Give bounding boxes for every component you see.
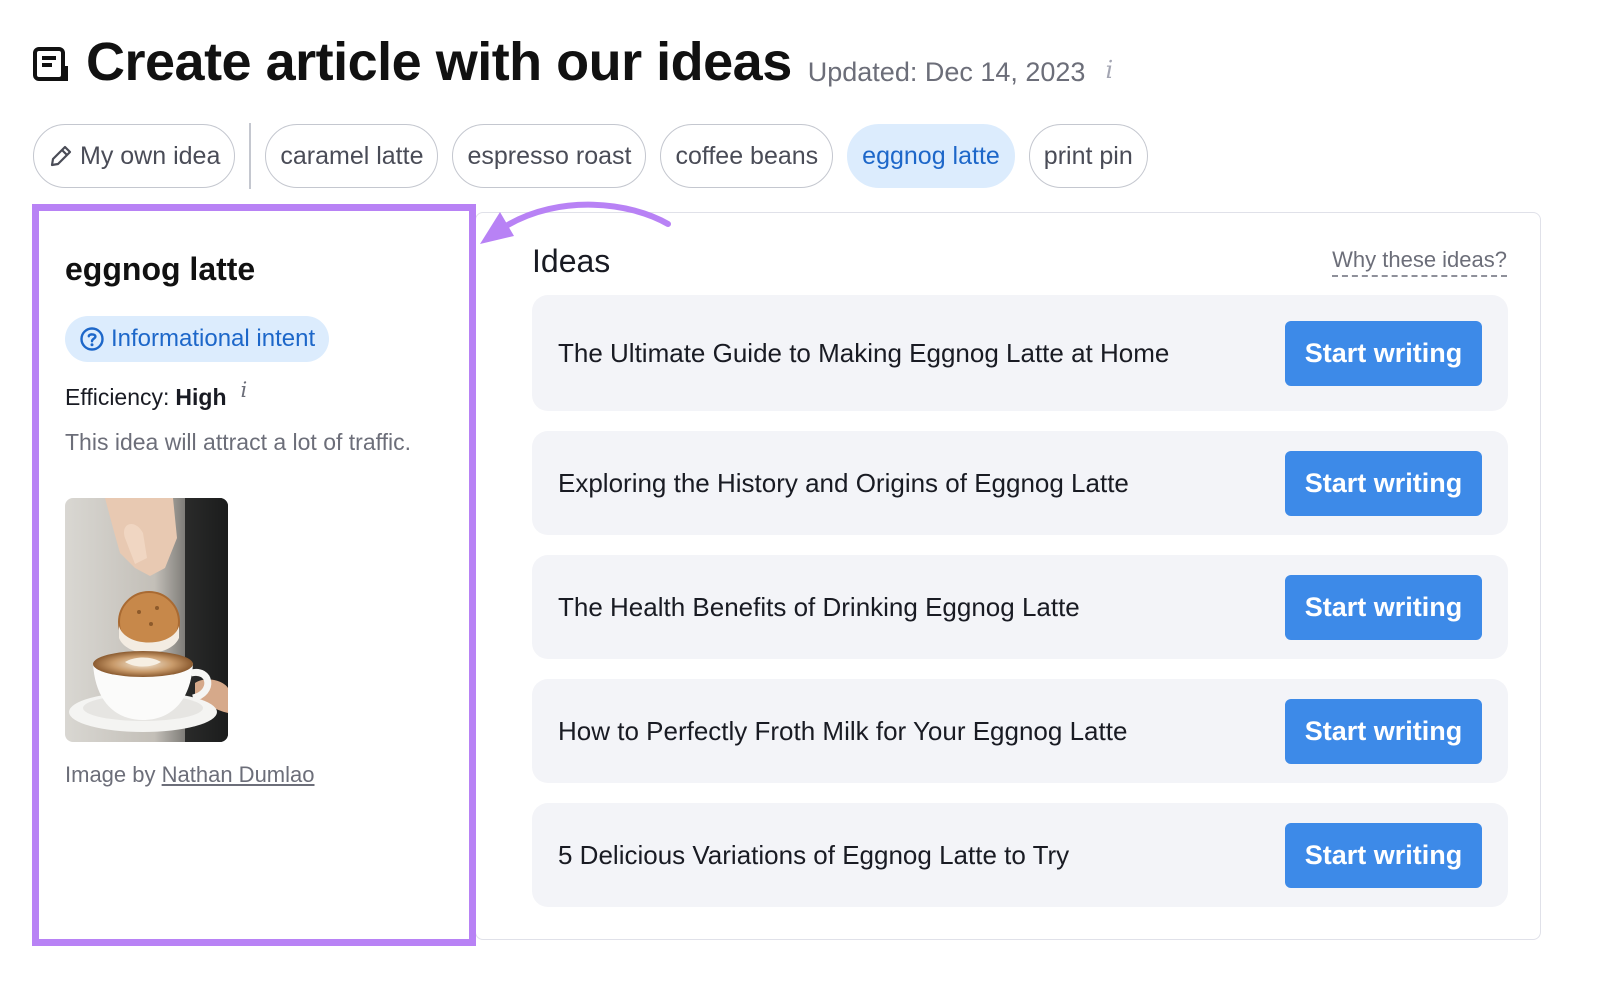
start-writing-button[interactable]: Start writing bbox=[1285, 574, 1482, 640]
chip-label: My own idea bbox=[80, 141, 221, 170]
image-credit: Image by Nathan Dumlao bbox=[65, 762, 445, 788]
start-writing-button[interactable]: Start writing bbox=[1285, 698, 1482, 764]
start-writing-button[interactable]: Start writing bbox=[1285, 822, 1482, 888]
idea-card: 5 Delicious Variations of Eggnog Latte t… bbox=[532, 803, 1508, 907]
info-icon[interactable]: i bbox=[241, 378, 248, 402]
efficiency-value: High bbox=[175, 384, 227, 410]
idea-title: Exploring the History and Origins of Egg… bbox=[558, 468, 1129, 498]
start-writing-button[interactable]: Start writing bbox=[1285, 450, 1482, 516]
keyword-chips: My own idea caramel latte espresso roast… bbox=[33, 123, 1162, 189]
why-these-ideas-link[interactable]: Why these ideas? bbox=[1332, 247, 1507, 277]
chip-label: caramel latte bbox=[280, 141, 424, 170]
idea-title: The Health Benefits of Drinking Eggnog L… bbox=[558, 592, 1080, 622]
idea-title: 5 Delicious Variations of Eggnog Latte t… bbox=[558, 840, 1070, 870]
idea-title: The Ultimate Guide to Making Eggnog Latt… bbox=[558, 338, 1170, 368]
chip-caramel-latte[interactable]: caramel latte bbox=[265, 124, 439, 188]
eggnog-latte-photo bbox=[65, 498, 228, 742]
efficiency-description: This idea will attract a lot of traffic. bbox=[65, 429, 411, 455]
pencil-icon bbox=[50, 145, 72, 167]
page-title: Create article with our ideas bbox=[86, 32, 792, 92]
chip-label: print pin bbox=[1043, 141, 1133, 170]
intent-badge: Informational intent bbox=[65, 316, 330, 362]
intent-label: Informational intent bbox=[111, 325, 316, 352]
chip-label: eggnog latte bbox=[862, 141, 1000, 170]
credit-prefix: Image by bbox=[65, 762, 156, 787]
chip-label: coffee beans bbox=[675, 141, 819, 170]
idea-card: The Health Benefits of Drinking Eggnog L… bbox=[532, 555, 1508, 659]
article-icon bbox=[33, 47, 68, 81]
chip-print-pin[interactable]: print pin bbox=[1028, 124, 1148, 188]
updated-date: Updated: Dec 14, 2023 bbox=[807, 57, 1086, 87]
chip-espresso-roast[interactable]: espresso roast bbox=[452, 124, 647, 188]
chip-eggnog-latte[interactable]: eggnog latte bbox=[847, 124, 1015, 188]
chip-coffee-beans[interactable]: coffee beans bbox=[660, 124, 834, 188]
idea-card: How to Perfectly Froth Milk for Your Egg… bbox=[532, 679, 1508, 783]
info-icon[interactable]: i bbox=[1105, 56, 1113, 84]
idea-card: Exploring the History and Origins of Egg… bbox=[532, 431, 1508, 535]
start-writing-button[interactable]: Start writing bbox=[1285, 320, 1482, 386]
chip-label: espresso roast bbox=[467, 141, 632, 170]
efficiency-row: Efficiency: High i bbox=[65, 378, 445, 411]
keyword-title: eggnog latte bbox=[65, 251, 256, 287]
idea-card: The Ultimate Guide to Making Eggnog Latt… bbox=[532, 295, 1508, 411]
question-circle-icon bbox=[80, 327, 104, 351]
idea-list: The Ultimate Guide to Making Eggnog Latt… bbox=[532, 295, 1508, 927]
ideas-heading: Ideas bbox=[532, 243, 611, 279]
chip-divider bbox=[249, 123, 252, 189]
page-header: Create article with our ideas Updated: D… bbox=[32, 32, 1113, 92]
keyword-detail-panel: eggnog latte Informational intent Effici… bbox=[32, 204, 476, 946]
efficiency-label: Efficiency: bbox=[65, 384, 170, 410]
idea-title: How to Perfectly Froth Milk for Your Egg… bbox=[558, 716, 1128, 746]
chip-my-own-idea[interactable]: My own idea bbox=[33, 124, 236, 188]
credit-author-link[interactable]: Nathan Dumlao bbox=[162, 762, 315, 787]
